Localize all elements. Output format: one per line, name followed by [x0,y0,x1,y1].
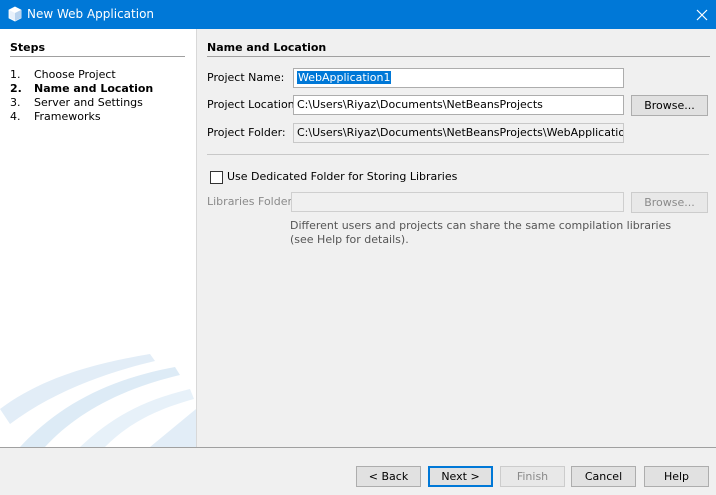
panel-heading-rule [207,56,710,57]
project-location-browse-button[interactable]: Browse... [631,95,708,116]
section-separator [207,154,709,155]
help-button[interactable]: Help [644,466,709,487]
step-item: 1. Choose Project [10,68,116,81]
project-location-value: C:\Users\Riyaz\Documents\NetBeansProject… [297,98,543,111]
back-button[interactable]: < Back [356,466,421,487]
libraries-browse-button: Browse... [631,192,708,213]
cancel-button[interactable]: Cancel [571,466,636,487]
steps-panel: Steps 1. Choose Project 2. Name and Locati… [0,29,196,447]
libraries-folder-label: Libraries Folder: [207,195,296,208]
project-name-value: WebApplication1 [297,71,392,84]
step-item: 4. Frameworks [10,110,101,123]
libraries-help-line-2: (see Help for details). [290,233,409,246]
libraries-help-line-1: Different users and projects can share t… [290,219,672,232]
project-location-input[interactable]: C:\Users\Riyaz\Documents\NetBeansProject… [293,95,624,115]
steps-heading-rule [10,56,185,57]
title-bar: New Web Application [0,0,716,29]
project-folder-label: Project Folder: [207,126,286,139]
panel-heading: Name and Location [207,41,327,54]
libraries-help-text: Different users and projects can share t… [290,219,671,247]
window-title: New Web Application [27,7,155,21]
project-folder-field: C:\Users\Riyaz\Documents\NetBeansProject… [293,123,624,143]
close-button[interactable] [688,0,716,29]
project-folder-value: C:\Users\Riyaz\Documents\NetBeansProject… [297,126,624,139]
project-location-label: Project Location: [207,98,299,111]
step-item: 3. Server and Settings [10,96,143,109]
finish-button: Finish [500,466,565,487]
name-and-location-panel: Name and Location Project Name: WebAppli… [197,29,716,447]
next-button[interactable]: Next > [428,466,493,487]
netbeans-cube-icon [8,6,22,22]
project-name-label: Project Name: [207,71,285,84]
wizard-footer: < Back Next > Finish Cancel Help [0,447,716,495]
libraries-folder-input [291,192,624,212]
wizard-decoration-graphic [0,354,196,447]
steps-heading: Steps [10,41,46,54]
step-item-current: 2. Name and Location [10,82,154,95]
project-name-input[interactable]: WebApplication1 [293,68,624,88]
dedicated-folder-checkbox[interactable] [210,171,223,184]
dedicated-folder-label[interactable]: Use Dedicated Folder for Storing Librari… [227,167,457,187]
close-icon [696,9,708,20]
steps-list: 1. Choose Project 2. Name and Location 3. S… [10,68,153,124]
